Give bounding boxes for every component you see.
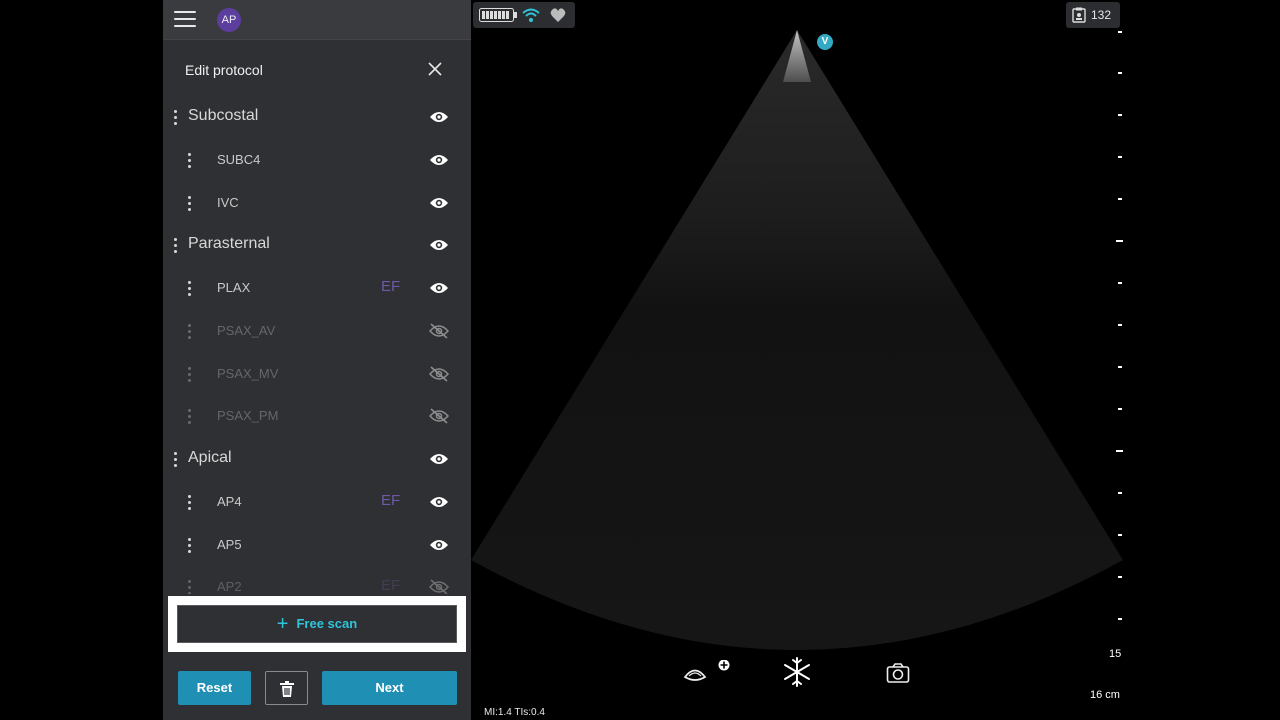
acoustic-output-readout: MI:1.4 TIs:0.4 xyxy=(484,707,545,718)
row-label: Subcostal xyxy=(188,107,259,124)
drag-handle-icon[interactable] xyxy=(188,153,192,169)
free-scan-label: Free scan xyxy=(296,616,358,631)
depth-scale-mark: 15 xyxy=(1109,648,1122,660)
next-button[interactable]: Next xyxy=(322,671,457,705)
drag-handle-icon[interactable] xyxy=(188,196,192,212)
battery-icon xyxy=(479,8,517,22)
protocol-item-ap2[interactable]: AP2 EF xyxy=(163,568,471,594)
row-label: AP2 xyxy=(217,579,242,594)
row-label: AP4 xyxy=(217,494,242,509)
eye-off-icon[interactable] xyxy=(429,323,449,339)
camera-icon xyxy=(886,663,910,683)
ultrasound-image xyxy=(471,30,1123,650)
protocol-item-psax-av[interactable]: PSAX_AV xyxy=(163,312,471,352)
plus-icon: + xyxy=(276,613,289,635)
wifi-icon xyxy=(522,8,540,22)
protocol-item-ivc[interactable]: IVC xyxy=(163,184,471,224)
edit-protocol-panel: AP Edit protocol Subcostal SUBC4 IVC Par… xyxy=(163,0,471,720)
free-scan-highlight: + Free scan xyxy=(168,596,466,652)
protocol-item-psax-mv[interactable]: PSAX_MV xyxy=(163,355,471,395)
freeze-button[interactable] xyxy=(781,656,813,693)
reset-button[interactable]: Reset xyxy=(178,671,251,705)
drag-handle-icon[interactable] xyxy=(188,409,192,425)
drag-handle-icon[interactable] xyxy=(174,238,178,254)
drag-handle-icon[interactable] xyxy=(188,324,192,340)
depth-label: 16 cm xyxy=(1090,689,1120,701)
row-label: PSAX_AV xyxy=(217,323,276,338)
saved-images-count: 132 xyxy=(1091,8,1112,22)
protocol-item-subc4[interactable]: SUBC4 xyxy=(163,141,471,181)
row-label: PSAX_PM xyxy=(217,408,279,423)
eye-icon[interactable] xyxy=(429,494,449,510)
drag-handle-icon[interactable] xyxy=(188,281,192,297)
saved-images-counter[interactable]: 132 xyxy=(1066,2,1120,28)
row-label: Parasternal xyxy=(188,235,270,252)
menu-icon[interactable] xyxy=(174,11,196,29)
row-label: AP5 xyxy=(217,537,242,552)
protocol-group-subcostal[interactable]: Subcostal xyxy=(163,98,471,138)
close-icon[interactable] xyxy=(426,60,444,78)
ultrasound-screen: 15 16 cm 132 V MI:1.4 TIs:0.4 AP Edit pr… xyxy=(0,0,1280,720)
eye-icon[interactable] xyxy=(429,109,449,125)
eye-icon[interactable] xyxy=(429,195,449,211)
eye-icon[interactable] xyxy=(429,451,449,467)
clipboard-icon xyxy=(1072,7,1086,23)
protocol-item-ap5[interactable]: AP5 xyxy=(163,526,471,566)
top-bar: AP xyxy=(163,0,471,40)
protocol-group-parasternal[interactable]: Parasternal xyxy=(163,226,471,266)
row-label: PSAX_MV xyxy=(217,366,279,381)
row-label: PLAX xyxy=(217,280,251,295)
protocol-group-apical[interactable]: Apical xyxy=(163,440,471,480)
protocol-item-plax[interactable]: PLAX EF xyxy=(163,269,471,309)
ef-tag: EF xyxy=(381,278,401,295)
probe-orientation-marker: V xyxy=(817,34,833,50)
eye-icon[interactable] xyxy=(429,152,449,168)
depth-scale xyxy=(1116,31,1123,620)
eye-icon[interactable] xyxy=(429,537,449,553)
row-label: Apical xyxy=(188,449,232,466)
drag-handle-icon[interactable] xyxy=(174,110,178,126)
delete-button[interactable] xyxy=(265,671,308,705)
snowflake-icon xyxy=(784,657,810,687)
avatar[interactable]: AP xyxy=(217,8,241,32)
edit-protocol-header: Edit protocol xyxy=(163,40,471,98)
eye-off-icon[interactable] xyxy=(429,366,449,382)
eye-icon[interactable] xyxy=(429,280,449,296)
capture-image-button[interactable] xyxy=(886,662,910,689)
sector-preset-icon xyxy=(683,659,730,681)
panel-title: Edit protocol xyxy=(185,62,263,78)
trash-icon xyxy=(280,681,294,697)
device-status-bar xyxy=(473,2,575,28)
probe-heart-icon xyxy=(550,8,566,22)
protocol-list: Subcostal SUBC4 IVC Parasternal PLAX EF … xyxy=(163,98,471,594)
ef-tag: EF xyxy=(381,492,401,509)
ef-tag: EF xyxy=(381,577,401,594)
drag-handle-icon[interactable] xyxy=(188,495,192,511)
eye-off-icon[interactable] xyxy=(429,579,449,594)
presets-button[interactable] xyxy=(682,659,736,691)
row-label: IVC xyxy=(217,195,239,210)
eye-off-icon[interactable] xyxy=(429,408,449,424)
drag-handle-icon[interactable] xyxy=(174,452,178,468)
protocol-item-ap4[interactable]: AP4 EF xyxy=(163,483,471,523)
drag-handle-icon[interactable] xyxy=(188,580,192,594)
row-label: SUBC4 xyxy=(217,152,261,167)
protocol-item-psax-pm[interactable]: PSAX_PM xyxy=(163,397,471,437)
drag-handle-icon[interactable] xyxy=(188,367,192,383)
drag-handle-icon[interactable] xyxy=(188,538,192,554)
eye-icon[interactable] xyxy=(429,237,449,253)
free-scan-button[interactable]: + Free scan xyxy=(177,605,457,643)
